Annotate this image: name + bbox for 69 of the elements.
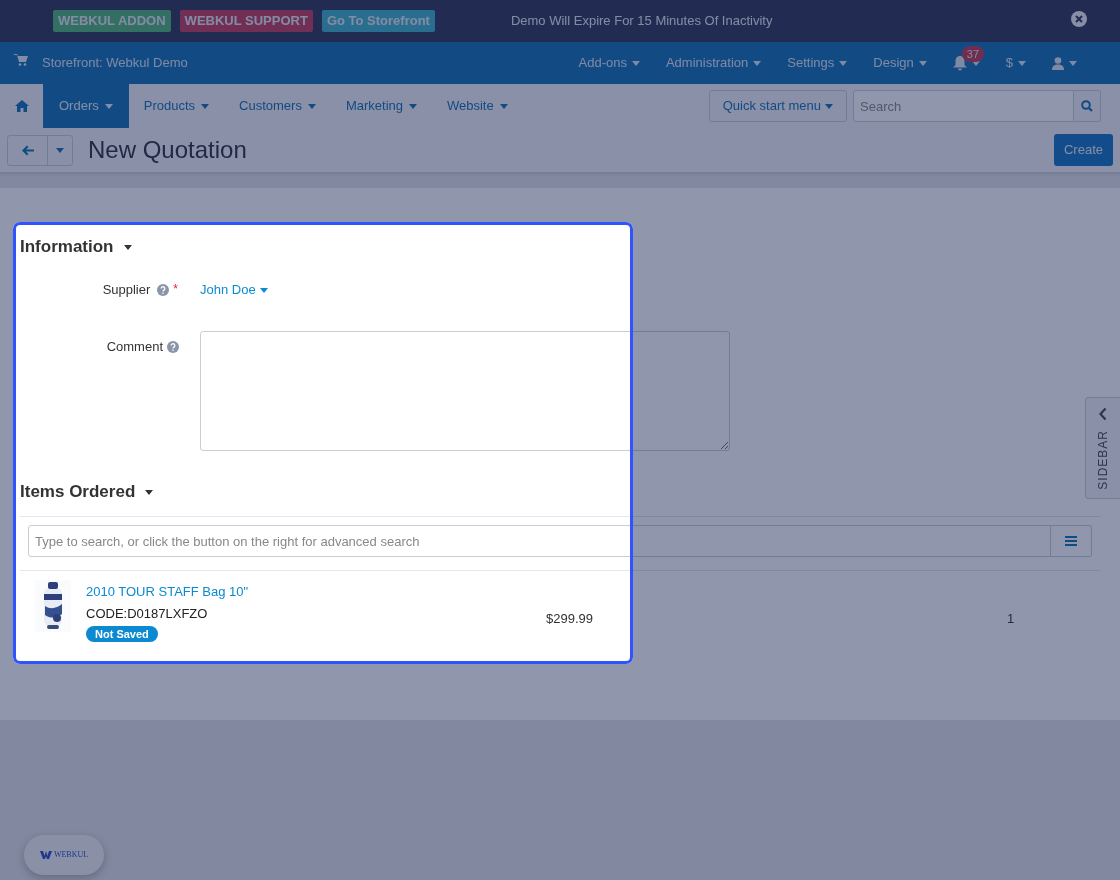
menu-icon [1065, 536, 1077, 546]
caret-icon [123, 244, 132, 250]
cart-icon [14, 54, 28, 66]
caret-icon [918, 60, 927, 66]
caret-icon [499, 103, 508, 109]
user-icon [1052, 56, 1064, 70]
top-menu-item[interactable]: Add-ons [565, 42, 653, 84]
close-icon[interactable] [1071, 11, 1087, 27]
top-menu-item[interactable]: Administration [652, 42, 775, 84]
sidebar-tab[interactable]: SIDEBAR [1085, 397, 1120, 499]
nav-tab[interactable]: Website [432, 84, 523, 128]
demo-expiry-notice: Demo Will Expire For 15 Minutes Of Inactivity [510, 12, 773, 31]
comment-field[interactable] [200, 331, 730, 451]
notification-count: 37 [961, 46, 984, 62]
product-quantity: 1 [1007, 610, 1015, 628]
arrow-left-icon [21, 144, 34, 156]
nav-tab[interactable]: Marketing [330, 84, 432, 128]
create-button[interactable]: Create [1053, 134, 1113, 166]
caret-icon [201, 103, 210, 109]
w-logo-icon [39, 851, 52, 859]
top-menu-item[interactable]: Settings [774, 42, 861, 84]
product-price: $299.99 [546, 610, 594, 628]
status-badge: Not Saved [86, 626, 158, 642]
product-search-field[interactable]: Type to search, or click the button on the right for advanced search [28, 525, 1051, 557]
page-title: New Quotation [88, 135, 247, 165]
required-mark: * [173, 281, 178, 299]
product-link[interactable]: 2010 TOUR STAFF Bag 10" [86, 583, 249, 601]
nav-tab[interactable]: Products [128, 84, 225, 128]
top-menu-item[interactable]: Design [860, 42, 940, 84]
top-menu-item[interactable]: $ [992, 42, 1039, 84]
collapse-toggle[interactable] [145, 487, 154, 497]
search-field[interactable]: Search [853, 90, 1074, 122]
advanced-search-button[interactable] [1051, 525, 1092, 557]
field-label: Comment [106, 338, 163, 357]
product-code: CODE:D0187LXFZO [86, 605, 208, 623]
section-heading: Items Ordered [20, 481, 136, 504]
collapse-toggle[interactable] [123, 242, 132, 252]
storefront-label: Storefront: Webkul Demo [42, 54, 188, 73]
caret-icon [104, 103, 113, 109]
caret-icon [145, 489, 154, 495]
help-icon [167, 341, 179, 353]
quick-start-menu-button[interactable]: Quick start menu [708, 90, 847, 122]
caret-icon [631, 60, 640, 66]
section-heading: Information [20, 236, 114, 259]
demo-link-button[interactable]: WEBKUL ADDON [53, 10, 171, 32]
search-button[interactable] [1074, 90, 1101, 122]
search-icon [1081, 100, 1093, 112]
caret-icon [971, 60, 980, 66]
caret-icon [839, 60, 848, 66]
caret-icon [259, 287, 268, 293]
demo-link-button[interactable]: WEBKUL SUPPORT [179, 10, 313, 32]
home-icon [14, 100, 29, 112]
bell-icon [952, 55, 967, 71]
caret-icon [1069, 60, 1077, 66]
nav-tab[interactable]: Orders [43, 84, 129, 128]
webkul-floating-button[interactable]: WEBKUL [24, 835, 104, 875]
demo-link-button[interactable]: Go To Storefront [321, 10, 435, 32]
caret-icon [825, 103, 833, 109]
notifications-menu[interactable]: 37 [939, 42, 993, 84]
caret-icon [307, 103, 316, 109]
caret-icon [753, 60, 762, 66]
help-icon [157, 284, 170, 296]
field-label: Supplier [102, 281, 151, 300]
caret-icon [1018, 60, 1026, 66]
supplier-dropdown[interactable]: John Doe [200, 280, 268, 300]
caret-icon [409, 103, 417, 109]
chevron-left-icon [1099, 408, 1107, 420]
nav-tab[interactable]: Customers [224, 84, 331, 128]
caret-icon [56, 147, 64, 153]
